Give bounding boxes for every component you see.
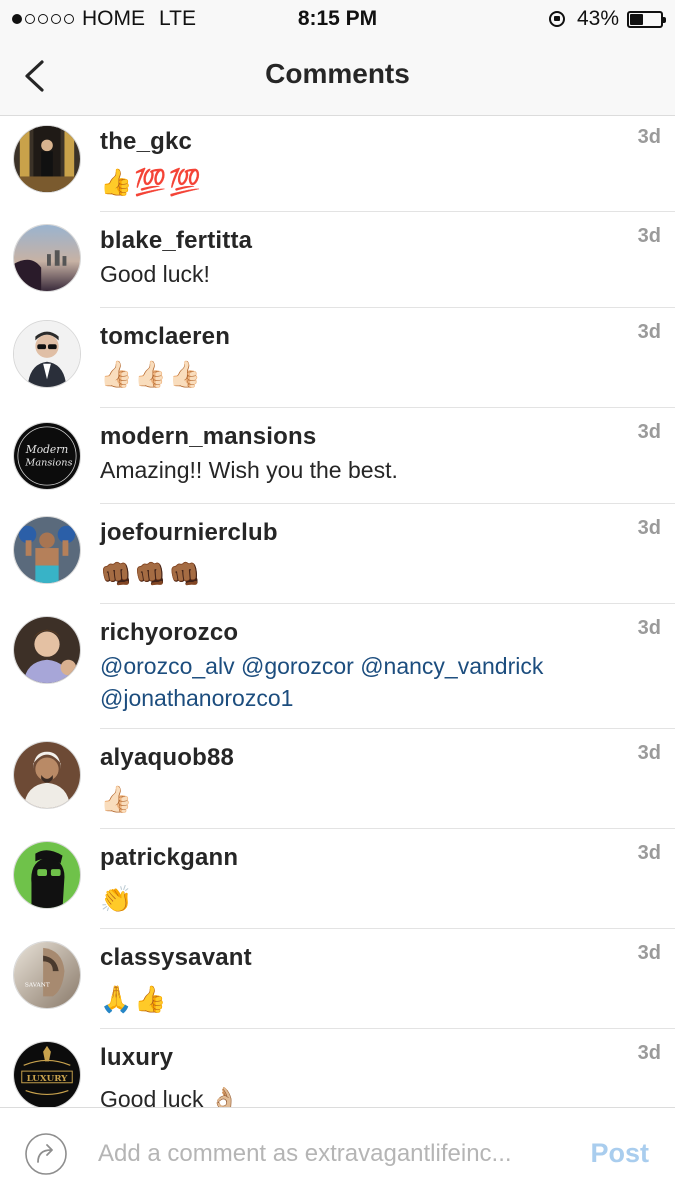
comment-timestamp: 3d: [637, 421, 661, 443]
comment-username[interactable]: the_gkc: [100, 128, 192, 156]
comment-row: the_gkc 👍💯💯 3d: [0, 116, 675, 212]
modern-mansions-avatar[interactable]: Modern Mansions: [13, 422, 81, 490]
classysavant-avatar[interactable]: SAVANT: [13, 941, 81, 1009]
richyorozco-avatar[interactable]: [13, 616, 81, 684]
status-bar: HOME LTE 8:15 PM 43%: [0, 0, 675, 38]
comment-username[interactable]: luxury: [100, 1044, 173, 1072]
comment-text: 👍🏻: [100, 784, 135, 814]
comment-username[interactable]: patrickgann: [100, 844, 238, 872]
comment-text: 👏: [100, 884, 135, 914]
comment-mentions-line[interactable]: @jonathanorozco1: [100, 682, 640, 714]
comment-username[interactable]: blake_fertitta: [100, 227, 252, 255]
alyaquob88-avatar[interactable]: [13, 741, 81, 809]
comment-text: 👍💯💯: [100, 167, 204, 197]
comment-row: blake_fertitta Good luck! 3d: [0, 212, 675, 308]
comment-timestamp: 3d: [637, 742, 661, 764]
comment-text: 🙏👍: [100, 984, 169, 1014]
comment-text: 👍🏻👍🏻👍🏻: [100, 359, 204, 389]
comment-timestamp: 3d: [637, 225, 661, 247]
blake-fertitta-avatar[interactable]: [13, 224, 81, 292]
comment-row: patrickgann 👏 3d: [0, 829, 675, 929]
comment-row: joefournierclub 👊🏾👊🏾👊🏾 3d: [0, 504, 675, 604]
comment-timestamp: 3d: [637, 1042, 661, 1064]
comment-username[interactable]: modern_mansions: [100, 423, 316, 451]
avatar-logo-text: LUXURY: [27, 1074, 69, 1084]
comment-timestamp: 3d: [637, 126, 661, 148]
comment-row: tomclaeren 👍🏻👍🏻👍🏻 3d: [0, 308, 675, 408]
comment-row: Modern Mansions modern_mansions Amazing!…: [0, 408, 675, 504]
share-arrow-icon[interactable]: [24, 1132, 68, 1176]
luxury-avatar[interactable]: LUXURY: [13, 1041, 81, 1107]
comment-mentions-line[interactable]: @orozco_alv @gorozcor @nancy_vandrick: [100, 650, 640, 682]
comment-list[interactable]: the_gkc 👍💯💯 3d blake_fertitta Good luck!…: [0, 116, 675, 1107]
battery-percent: 43%: [576, 7, 619, 30]
battery-icon: [627, 10, 666, 28]
avatar-logo-text: Mansions: [24, 458, 72, 469]
comments-screen: HOME LTE 8:15 PM 43% Comments the_gkc 👍💯…: [0, 0, 675, 1200]
comment-timestamp: 3d: [637, 942, 661, 964]
comment-username[interactable]: tomclaeren: [100, 323, 230, 351]
comment-row: alyaquob88 👍🏻 3d: [0, 729, 675, 829]
status-right: 43%: [548, 7, 666, 31]
comment-timestamp: 3d: [637, 842, 661, 864]
comment-timestamp: 3d: [637, 517, 661, 539]
comment-text: Good luck!: [100, 261, 210, 287]
comment-username[interactable]: joefournierclub: [100, 519, 278, 547]
orientation-lock-icon: [548, 11, 565, 27]
avatar-logo-text: SAVANT: [25, 983, 50, 989]
comment-timestamp: 3d: [637, 321, 661, 343]
the-gkc-avatar[interactable]: [13, 125, 81, 193]
comment-composer: Post: [0, 1107, 675, 1200]
comment-input[interactable]: [98, 1134, 568, 1174]
comment-row: LUXURY luxury Good luck 👌🏼 3d: [0, 1029, 675, 1107]
tomclaeren-avatar[interactable]: [13, 320, 81, 388]
comment-row: richyorozco @orozco_alv @gorozcor @nancy…: [0, 604, 675, 729]
joefournierclub-avatar[interactable]: [13, 516, 81, 584]
page-title: Comments: [265, 58, 410, 89]
comment-text: 👊🏾👊🏾👊🏾: [100, 559, 204, 589]
nav-bar: Comments: [0, 38, 675, 116]
comment-text: Good luck 👌🏼: [100, 1086, 239, 1107]
comment-timestamp: 3d: [637, 617, 661, 639]
comment-username[interactable]: richyorozco: [100, 619, 238, 647]
battery-fill: [630, 13, 643, 25]
comment-row: SAVANT classysavant 🙏👍 3d: [0, 929, 675, 1029]
comment-username[interactable]: alyaquob88: [100, 744, 234, 772]
comment-text: Amazing!! Wish you the best.: [100, 457, 398, 483]
post-button[interactable]: Post: [590, 1138, 649, 1169]
patrickgann-avatar[interactable]: [13, 841, 81, 909]
comment-username[interactable]: classysavant: [100, 944, 252, 972]
avatar-logo-text: Modern: [25, 443, 69, 456]
